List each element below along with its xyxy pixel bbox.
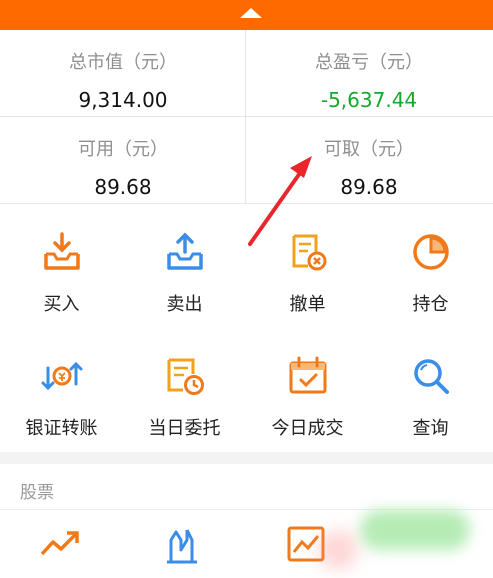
bank-transfer-icon (41, 361, 83, 391)
search-icon (414, 359, 449, 394)
total-market-value-label: 总市值（元） (69, 52, 177, 73)
total-market-value-amount: 9,314.00 (78, 88, 168, 112)
action-cancel-order[interactable]: 撤单 (246, 204, 369, 328)
action-bank-transfer[interactable]: 银证转账 (0, 328, 123, 452)
action-grid: 买入 卖出 撤单 持仓 银证转账 当日委托 今日成交 查询 (0, 204, 493, 452)
available-funds: 可用（元） 89.68 (0, 117, 246, 204)
blurred-overlay (318, 530, 358, 570)
caret-up-icon[interactable] (240, 8, 262, 18)
action-sell[interactable]: 卖出 (123, 204, 246, 328)
horizontal-divider (0, 116, 493, 117)
today-deal-icon (289, 356, 327, 394)
action-positions[interactable]: 持仓 (369, 204, 492, 328)
account-summary: 总市值（元） 9,314.00 总盈亏（元） -5,637.44 可用（元） 8… (0, 30, 493, 204)
total-profit-loss-label: 总盈亏（元） (315, 52, 423, 73)
action-buy[interactable]: 买入 (0, 204, 123, 328)
trend-up-icon[interactable] (38, 522, 82, 566)
vertical-divider (245, 30, 246, 204)
total-profit-loss: 总盈亏（元） -5,637.44 (246, 30, 492, 117)
total-market-value: 总市值（元） 9,314.00 (0, 30, 246, 117)
section-separator (0, 452, 493, 464)
action-sell-label: 卖出 (166, 294, 203, 315)
today-order-icon (167, 358, 204, 395)
stock-section-title: 股票 (20, 483, 54, 503)
candlestick-icon[interactable] (161, 522, 205, 566)
withdrawable-funds-amount: 89.68 (340, 175, 398, 199)
cancel-order-icon (292, 234, 327, 271)
blurred-overlay (360, 510, 470, 550)
action-cancel-order-label: 撤单 (289, 294, 326, 315)
action-query-label: 查询 (412, 418, 449, 439)
buy-tray-icon (44, 232, 80, 270)
available-funds-label: 可用（元） (78, 139, 168, 160)
action-today-deals[interactable]: 今日成交 (246, 328, 369, 452)
action-buy-label: 买入 (43, 294, 80, 315)
total-profit-loss-amount: -5,637.44 (320, 88, 418, 112)
withdrawable-funds-label: 可取（元） (324, 139, 414, 160)
top-bar[interactable] (0, 0, 493, 30)
action-positions-label: 持仓 (412, 294, 449, 315)
withdrawable-funds: 可取（元） 89.68 (246, 117, 492, 204)
position-pie-icon (413, 234, 449, 270)
sell-tray-icon (167, 232, 203, 270)
action-bank-transfer-label: 银证转账 (25, 418, 98, 439)
action-query[interactable]: 查询 (369, 328, 492, 452)
action-today-orders-label: 当日委托 (148, 418, 221, 439)
available-funds-amount: 89.68 (94, 175, 152, 199)
action-today-deals-label: 今日成交 (271, 418, 344, 439)
action-today-orders[interactable]: 当日委托 (123, 328, 246, 452)
